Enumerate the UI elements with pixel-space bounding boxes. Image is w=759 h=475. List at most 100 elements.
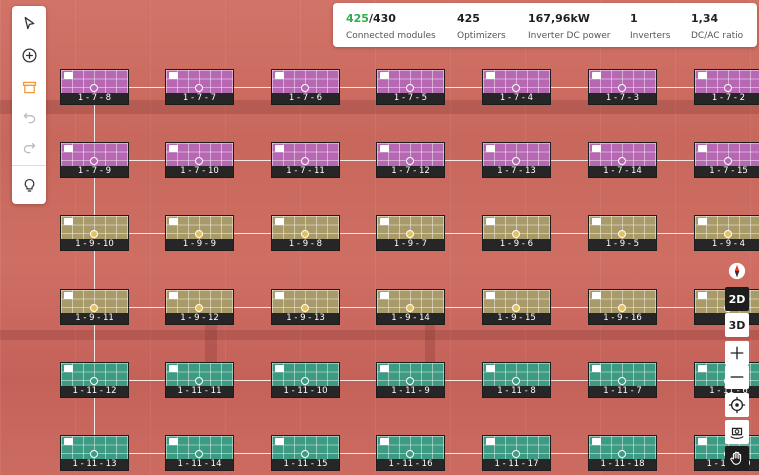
dc-power-label: Inverter DC power xyxy=(528,31,611,41)
solar-panel[interactable]: 1 - 7 - 13 xyxy=(482,142,551,178)
solar-panel[interactable]: 1 - 11 - 13 xyxy=(60,435,129,471)
string-node-icon xyxy=(90,230,98,238)
select-tool-button[interactable] xyxy=(16,10,42,36)
optimizer-icon xyxy=(698,292,707,299)
solar-panel[interactable]: 1 - 7 - 10 xyxy=(165,142,234,178)
string-node-icon xyxy=(90,84,98,92)
undo-icon xyxy=(22,112,35,123)
solar-panel[interactable]: 1 - 7 - 4 xyxy=(482,69,551,105)
panel-label: 1 - 7 - 12 xyxy=(377,166,444,177)
optimizer-icon xyxy=(698,438,707,445)
solar-panel[interactable]: 1 - 11 - 8 xyxy=(482,362,551,398)
string-node-icon xyxy=(301,84,309,92)
optimizer-icon xyxy=(169,218,178,225)
solar-panel[interactable]: 1 - 9 - 9 xyxy=(165,215,234,251)
panel-label: 1 - 11 - 11 xyxy=(166,386,233,397)
solar-panel[interactable]: 1 - 7 - 14 xyxy=(588,142,657,178)
connected-modules-count: 425 xyxy=(346,12,369,25)
solar-panel[interactable]: 1 - 11 - 12 xyxy=(60,362,129,398)
string-node-icon xyxy=(512,450,520,458)
dc-ac-ratio-value: 1,34 xyxy=(691,12,719,25)
optimizer-icon xyxy=(592,72,601,79)
solar-panel[interactable]: 1 - 9 - 14 xyxy=(376,289,445,325)
optimizer-icon xyxy=(64,438,73,445)
panel-label: 1 - 9 - 4 xyxy=(695,239,759,250)
solar-panel[interactable]: 1 - 9 - 6 xyxy=(482,215,551,251)
tips-button[interactable] xyxy=(16,172,42,198)
zoom-in-button[interactable] xyxy=(725,341,749,365)
zoom-out-button[interactable] xyxy=(725,365,749,389)
solar-panel[interactable]: 1 - 7 - 11 xyxy=(271,142,340,178)
stat-inverters: 1 Inverters xyxy=(630,12,670,43)
string-node-icon xyxy=(512,84,520,92)
undo-button[interactable] xyxy=(16,104,42,130)
view-2d-button[interactable]: 2D xyxy=(725,287,749,311)
string-node-icon xyxy=(301,157,309,165)
stat-dc-ac-ratio: 1,34 DC/AC ratio xyxy=(691,12,743,43)
solar-panel[interactable]: 1 - 11 - 18 xyxy=(588,435,657,471)
roof-aerial-map[interactable]: 1 - 7 - 8 1 - 7 - 7 1 - 7 - 6 1 - 7 - 5 1 - … xyxy=(0,0,759,475)
compass-button[interactable] xyxy=(725,259,749,283)
panel-label: 1 - 11 - 16 xyxy=(377,459,444,470)
panel-label: 1 - 7 - 8 xyxy=(61,93,128,104)
solar-panel[interactable]: 1 - 7 - 5 xyxy=(376,69,445,105)
panel-label: 1 - 9 - 9 xyxy=(166,239,233,250)
solar-panel[interactable]: 1 - 11 - 7 xyxy=(588,362,657,398)
optimizer-icon xyxy=(64,72,73,79)
panel-label: 1 - 11 - 12 xyxy=(61,386,128,397)
optimizer-icon xyxy=(169,72,178,79)
total-modules-count: /430 xyxy=(368,12,396,25)
locate-button[interactable] xyxy=(725,393,749,417)
solar-panel[interactable]: 1 - 11 - 11 xyxy=(165,362,234,398)
string-node-icon xyxy=(618,230,626,238)
solar-panel[interactable]: 1 - 7 - 9 xyxy=(60,142,129,178)
string-node-icon xyxy=(512,377,520,385)
solar-panel[interactable]: 1 - 9 - 12 xyxy=(165,289,234,325)
optimizer-icon xyxy=(486,145,495,152)
solar-panel[interactable]: 1 - 11 - 14 xyxy=(165,435,234,471)
solar-panel[interactable]: 1 - 9 - 4 xyxy=(694,215,759,251)
solar-panel[interactable]: 1 - 7 - 6 xyxy=(271,69,340,105)
solar-panel[interactable]: 1 - 11 - 17 xyxy=(482,435,551,471)
string-node-icon xyxy=(512,157,520,165)
panel-label: 1 - 7 - 13 xyxy=(483,166,550,177)
solar-panel[interactable]: 1 - 7 - 8 xyxy=(60,69,129,105)
string-node-icon xyxy=(406,84,414,92)
rotate-camera-button[interactable] xyxy=(725,420,749,444)
pan-hand-icon xyxy=(730,451,742,465)
optimizer-icon xyxy=(486,218,495,225)
solar-panel[interactable]: 1 - 11 - 15 xyxy=(271,435,340,471)
optimizers-label: Optimizers xyxy=(457,31,506,41)
add-tool-button[interactable] xyxy=(16,42,42,68)
solar-panel[interactable]: 1 - 7 - 3 xyxy=(588,69,657,105)
solar-panel[interactable]: 1 - 9 - 5 xyxy=(588,215,657,251)
redo-button[interactable] xyxy=(16,134,42,160)
panel-label: 1 - 9 - 6 xyxy=(483,239,550,250)
solar-panel[interactable]: 1 - 9 - 13 xyxy=(271,289,340,325)
solar-panel[interactable]: 1 - 11 - 10 xyxy=(271,362,340,398)
optimizer-icon xyxy=(275,365,284,372)
solar-panel[interactable]: 1 - 11 - 9 xyxy=(376,362,445,398)
string-node-icon xyxy=(724,84,732,92)
optimizer-icon xyxy=(275,438,284,445)
solar-panel[interactable]: 1 - 7 - 15 xyxy=(694,142,759,178)
solar-panel[interactable]: 1 - 7 - 12 xyxy=(376,142,445,178)
string-node-icon xyxy=(195,157,203,165)
pan-hand-button[interactable] xyxy=(725,446,749,470)
solar-panel[interactable]: 1 - 9 - 10 xyxy=(60,215,129,251)
panel-label: 1 - 9 - 12 xyxy=(166,313,233,324)
solar-panel[interactable]: 1 - 9 - 11 xyxy=(60,289,129,325)
solar-panel[interactable]: 1 - 7 - 7 xyxy=(165,69,234,105)
zoom-out-icon xyxy=(730,376,744,378)
view-3d-button[interactable]: 3D xyxy=(725,313,749,337)
solar-panel[interactable]: 1 - 7 - 2 xyxy=(694,69,759,105)
module-tool-button[interactable] xyxy=(16,74,42,100)
solar-panel[interactable]: 1 - 9 - 8 xyxy=(271,215,340,251)
string-node-icon xyxy=(301,450,309,458)
solar-panel[interactable]: 1 - 11 - 16 xyxy=(376,435,445,471)
solar-panel[interactable]: 1 - 9 - 16 xyxy=(588,289,657,325)
optimizer-icon xyxy=(169,438,178,445)
solar-panel[interactable]: 1 - 9 - 15 xyxy=(482,289,551,325)
string-node-icon xyxy=(195,304,203,312)
solar-panel[interactable]: 1 - 9 - 7 xyxy=(376,215,445,251)
